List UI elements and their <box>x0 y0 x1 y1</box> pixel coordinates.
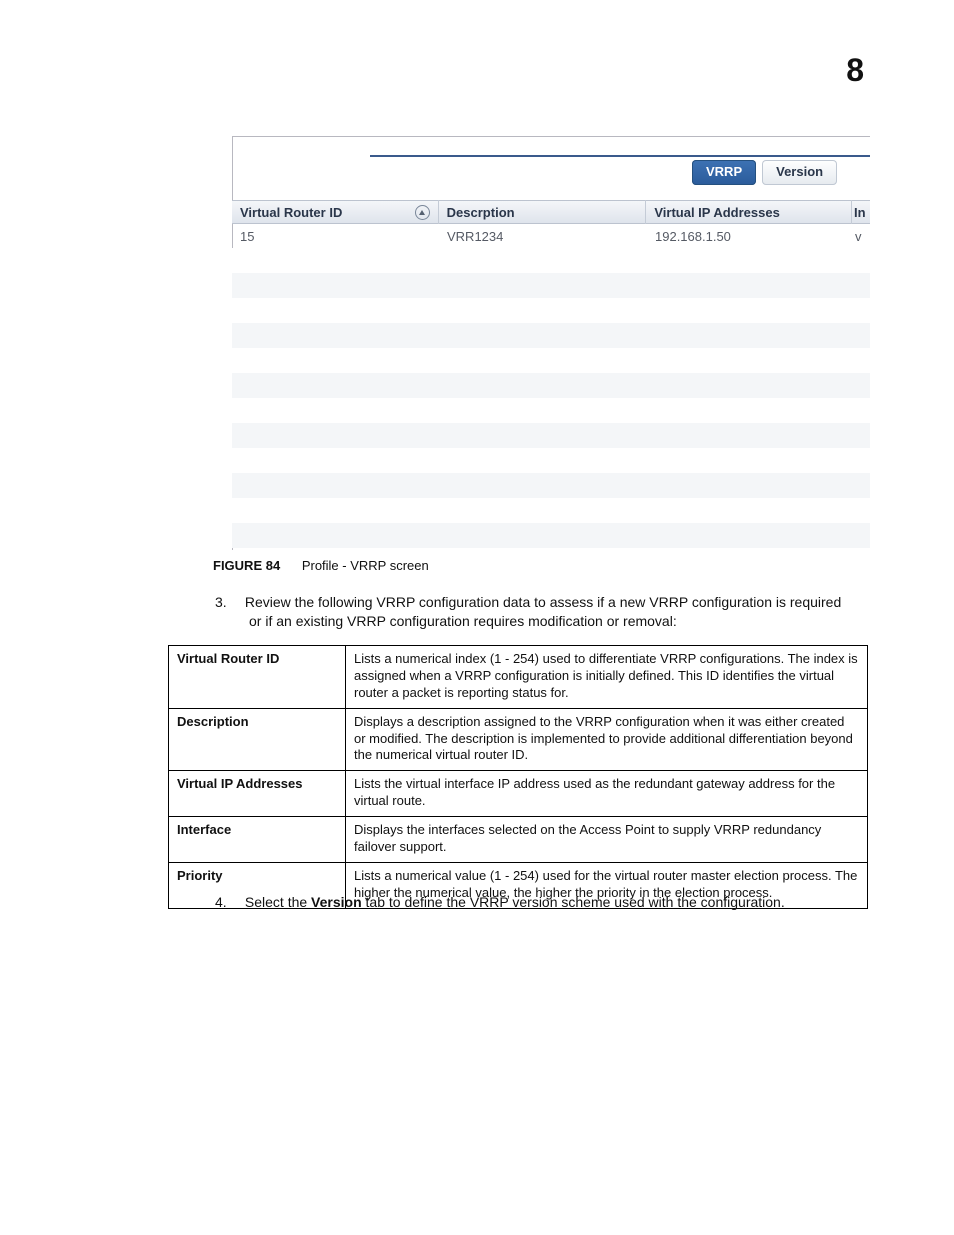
tab-vrrp[interactable]: VRRP <box>692 160 756 185</box>
col-header-vip[interactable]: Virtual IP Addresses <box>654 205 780 220</box>
figure-caption-text: Profile - VRRP screen <box>302 558 429 573</box>
cell-interface-fragment: v <box>853 229 869 244</box>
step-3-number: 3. <box>215 593 241 612</box>
field-description-table: Virtual Router ID Lists a numerical inde… <box>168 645 868 909</box>
defn-virtual-ip-addresses: Lists the virtual interface IP address u… <box>346 771 868 817</box>
step-3: 3. Review the following VRRP configurati… <box>215 593 865 631</box>
step-4-number: 4. <box>215 893 241 912</box>
cell-router-id: 15 <box>232 229 439 244</box>
figure-caption: FIGURE 84 Profile - VRRP screen <box>213 558 429 573</box>
grid-data-row[interactable]: 15 VRR1234 192.168.1.50 v <box>232 224 870 249</box>
table-row: Virtual IP Addresses Lists the virtual i… <box>169 771 868 817</box>
col-header-router-id[interactable]: Virtual Router ID <box>240 205 342 220</box>
table-row: Description Displays a description assig… <box>169 708 868 771</box>
defn-description: Displays a description assigned to the V… <box>346 708 868 771</box>
step-3-text-line1: Review the following VRRP configuration … <box>245 594 841 610</box>
grid-empty-stripes <box>232 248 870 548</box>
step-4-suffix: tab to define the VRRP version scheme us… <box>362 894 785 910</box>
figure-number-label: FIGURE 84 <box>213 558 280 573</box>
step-4-bold: Version <box>311 894 362 910</box>
table-row: Interface Displays the interfaces select… <box>169 817 868 863</box>
figure-top-divider <box>370 155 870 157</box>
term-description: Description <box>169 708 346 771</box>
tab-bar: VRRP Version <box>692 160 837 185</box>
defn-virtual-router-id: Lists a numerical index (1 - 254) used t… <box>346 646 868 709</box>
cell-description: VRR1234 <box>439 229 647 244</box>
step-4: 4. Select the Version tab to define the … <box>215 893 865 912</box>
step-3-text-line2: or if an existing VRRP configuration req… <box>249 612 865 631</box>
term-virtual-router-id: Virtual Router ID <box>169 646 346 709</box>
term-virtual-ip-addresses: Virtual IP Addresses <box>169 771 346 817</box>
sort-asc-icon[interactable] <box>415 205 430 220</box>
col-header-interface-fragment[interactable]: In <box>854 205 866 220</box>
table-row: Virtual Router ID Lists a numerical inde… <box>169 646 868 709</box>
cell-vip: 192.168.1.50 <box>647 229 853 244</box>
term-interface: Interface <box>169 817 346 863</box>
step-4-prefix: Select the <box>245 894 311 910</box>
col-header-description[interactable]: Descrption <box>447 205 515 220</box>
defn-interface: Displays the interfaces selected on the … <box>346 817 868 863</box>
tab-version[interactable]: Version <box>762 160 837 185</box>
chapter-number: 8 <box>846 52 864 89</box>
grid-header-row: Virtual Router ID Descrption Virtual IP … <box>232 200 870 224</box>
